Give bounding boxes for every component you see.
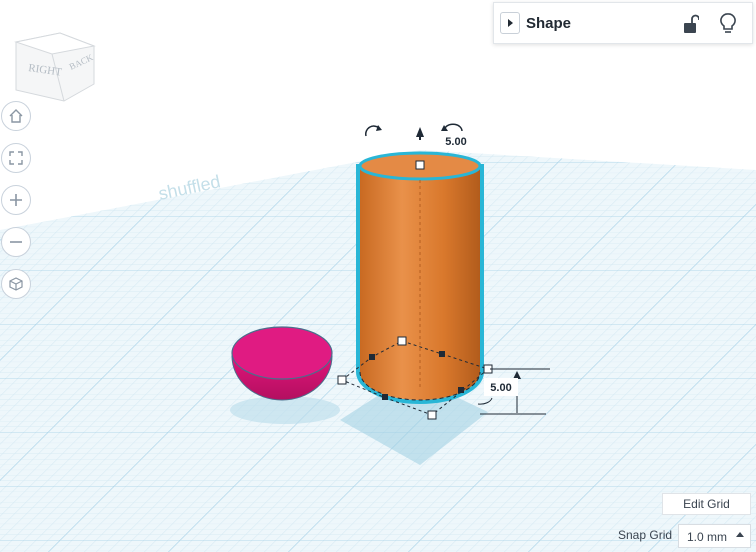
- home-icon: [9, 109, 23, 123]
- rotate-left-icon[interactable]: [365, 125, 380, 137]
- corner-handle[interactable]: [369, 354, 375, 360]
- snap-grid-value: 1.0 mm: [687, 530, 728, 544]
- lift-arrow-icon[interactable]: [416, 127, 424, 137]
- chevron-right-icon: [508, 19, 513, 27]
- orthographic-button[interactable]: [1, 269, 31, 299]
- corner-handle[interactable]: [382, 394, 388, 400]
- cylinder-shape[interactable]: [356, 151, 484, 404]
- orthographic-icon: [9, 277, 23, 291]
- zoom-in-icon: [10, 194, 22, 206]
- home-view-button[interactable]: [1, 101, 31, 131]
- front-handle[interactable]: [427, 410, 437, 420]
- fit-view-button[interactable]: [1, 143, 31, 173]
- view-cube[interactable]: RIGHT BACK: [14, 32, 96, 102]
- shape-panel-title: Shape: [526, 15, 572, 32]
- unlock-icon[interactable]: [683, 14, 699, 34]
- zoom-out-icon: [10, 241, 22, 243]
- zoom-in-button[interactable]: [1, 185, 31, 215]
- center-handle[interactable]: [397, 336, 407, 346]
- corner-handle[interactable]: [458, 387, 464, 393]
- workplane-viewport[interactable]: shuffled 5.00 5.00 RIGHT BACK: [0, 0, 756, 552]
- shape-panel-toggle[interactable]: [500, 12, 520, 34]
- height-dimension-label[interactable]: 5.00: [445, 136, 466, 148]
- caret-up-icon: [736, 532, 744, 537]
- fit-view-icon: [9, 151, 23, 165]
- elevation-dimension-label[interactable]: 5.00: [490, 382, 511, 394]
- corner-handle[interactable]: [439, 351, 445, 357]
- edit-grid-button[interactable]: Edit Grid: [662, 493, 751, 515]
- top-handle[interactable]: [415, 160, 425, 170]
- snap-grid-label: Snap Grid: [618, 528, 673, 542]
- rotate-right-icon[interactable]: [444, 123, 463, 132]
- snap-grid-select[interactable]: 1.0 mm: [678, 524, 751, 548]
- left-handle[interactable]: [337, 375, 347, 385]
- zoom-out-button[interactable]: [1, 227, 31, 257]
- shape-panel: Shape: [493, 2, 753, 44]
- lightbulb-icon[interactable]: [720, 13, 736, 35]
